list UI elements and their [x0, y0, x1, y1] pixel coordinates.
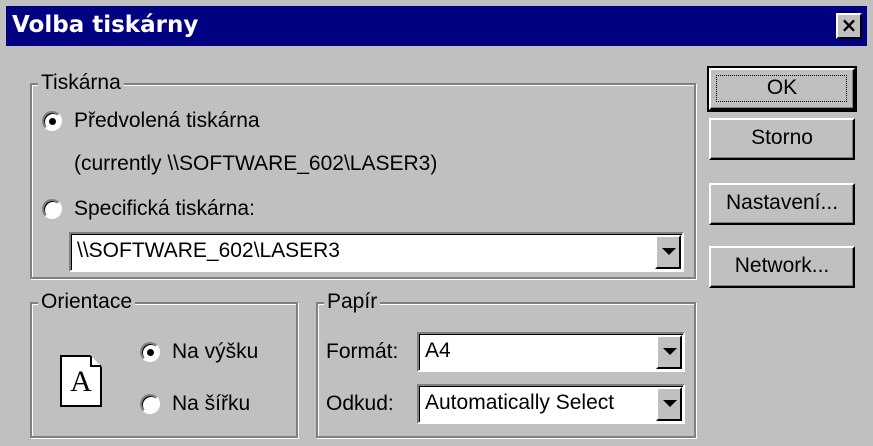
landscape-label[interactable]: Na šířku	[172, 391, 250, 417]
landscape-radio[interactable]	[140, 394, 160, 414]
print-setup-dialog: Volba tiskárny × Tiskárna Předvolená tis…	[0, 0, 873, 446]
printer-group-label: Tiskárna	[38, 71, 124, 95]
source-label: Odkud:	[326, 392, 394, 415]
format-select[interactable]: A4	[417, 332, 685, 372]
chevron-down-icon[interactable]	[656, 335, 682, 369]
current-printer-text: (currently \\SOFTWARE_602\LASER3)	[74, 152, 438, 175]
cancel-button[interactable]: Storno	[709, 118, 855, 160]
setup-button-label: Nastavení...	[725, 191, 839, 214]
cancel-button-label: Storno	[751, 126, 813, 149]
source-select[interactable]: Automatically Select	[417, 384, 685, 424]
title-bar[interactable]: Volba tiskárny ×	[6, 6, 867, 46]
close-icon: ×	[840, 13, 858, 37]
network-button[interactable]: Network...	[709, 246, 855, 288]
portrait-label[interactable]: Na výšku	[172, 339, 258, 365]
network-button-label: Network...	[734, 254, 830, 277]
format-value: A4	[425, 339, 451, 362]
source-value: Automatically Select	[425, 391, 615, 414]
specific-printer-select[interactable]: \\SOFTWARE_602\LASER3	[69, 232, 684, 272]
specific-printer-label[interactable]: Specifická tiskárna:	[74, 196, 255, 222]
page-letter: A	[70, 365, 92, 398]
portrait-radio[interactable]	[140, 342, 160, 362]
default-printer-radio[interactable]	[42, 111, 62, 131]
orientation-group-label: Orientace	[38, 290, 136, 314]
dialog-title: Volba tiskárny	[12, 12, 199, 38]
paper-group-label: Papír	[324, 290, 381, 314]
chevron-down-icon[interactable]	[656, 387, 682, 421]
chevron-down-icon[interactable]	[655, 235, 681, 269]
specific-printer-radio[interactable]	[42, 199, 62, 219]
ok-button[interactable]: OK	[707, 66, 857, 112]
default-printer-label[interactable]: Předvolená tiskárna	[74, 108, 260, 134]
format-label: Formát:	[326, 340, 399, 363]
setup-button[interactable]: Nastavení...	[709, 183, 855, 225]
portrait-page-icon: A	[60, 355, 102, 407]
close-button[interactable]: ×	[836, 13, 862, 39]
ok-button-label: OK	[766, 76, 798, 99]
specific-printer-value: \\SOFTWARE_602\LASER3	[77, 239, 340, 262]
